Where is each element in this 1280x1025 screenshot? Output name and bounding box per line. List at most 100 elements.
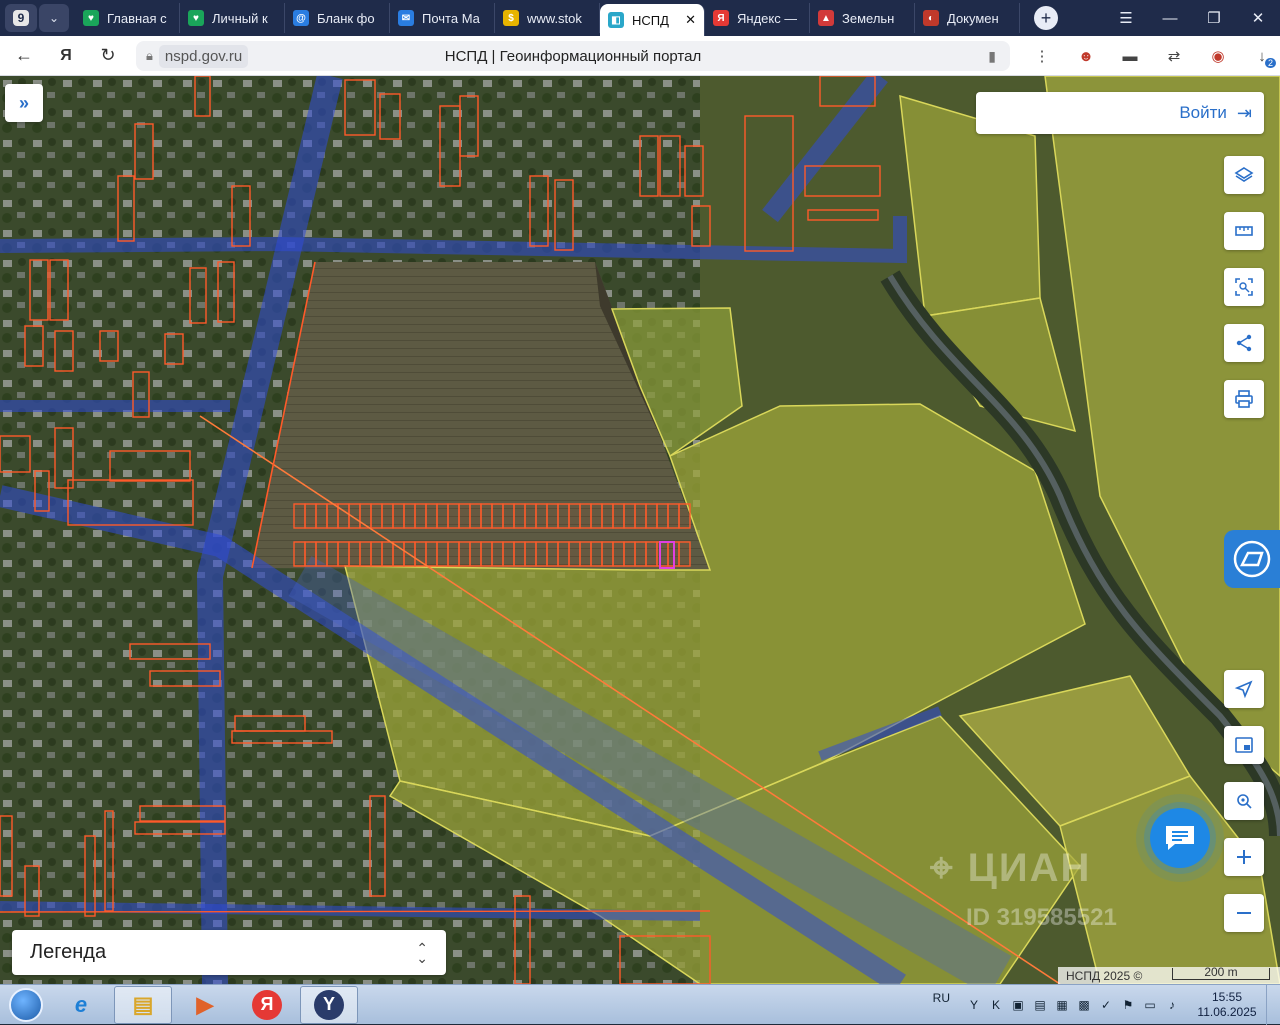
land-plot[interactable] <box>579 503 592 529</box>
land-plot[interactable] <box>469 503 482 529</box>
land-plot[interactable] <box>645 503 658 529</box>
land-plot[interactable] <box>458 541 471 567</box>
start-button[interactable] <box>4 986 48 1024</box>
land-plot[interactable] <box>524 541 537 567</box>
browser-tab[interactable]: $ www.stok <box>495 3 600 33</box>
land-plot[interactable] <box>458 503 471 529</box>
taskbar-yandex-browser[interactable]: Y <box>300 985 358 1024</box>
login-button[interactable]: Войти ⇥ <box>976 92 1264 134</box>
land-plot[interactable] <box>315 541 328 567</box>
zoom-in-button[interactable] <box>1224 838 1264 876</box>
land-plot[interactable] <box>612 503 625 529</box>
new-tab-button[interactable]: + <box>1034 6 1058 30</box>
land-plot[interactable] <box>579 541 592 567</box>
land-plot[interactable] <box>513 541 526 567</box>
land-plot[interactable] <box>337 541 350 567</box>
land-plot[interactable] <box>425 503 438 529</box>
land-plot[interactable] <box>304 503 317 529</box>
show-desktop-button[interactable] <box>1266 985 1280 1025</box>
land-plot[interactable] <box>623 541 636 567</box>
browser-tab[interactable]: ▲ Земельн <box>810 3 915 33</box>
land-plot[interactable] <box>370 541 383 567</box>
land-plot[interactable] <box>425 541 438 567</box>
land-plot[interactable] <box>667 503 680 529</box>
land-plot[interactable] <box>348 541 361 567</box>
share-button[interactable] <box>1224 324 1264 362</box>
print-button[interactable] <box>1224 380 1264 418</box>
tray-app-icon[interactable]: ▦ <box>1054 997 1070 1013</box>
tray-app-icon[interactable]: ▤ <box>1032 997 1048 1013</box>
tab-counter-button[interactable]: 9 <box>5 4 37 32</box>
close-tab-icon[interactable]: ✕ <box>679 12 696 28</box>
downloads-icon[interactable]: ↓ 2 <box>1240 36 1280 76</box>
land-plot[interactable] <box>568 541 581 567</box>
land-plot[interactable] <box>480 541 493 567</box>
restore-icon[interactable]: ❐ <box>1192 0 1236 36</box>
land-plot[interactable] <box>381 503 394 529</box>
zoom-out-button[interactable] <box>1224 894 1264 932</box>
minimap-button[interactable] <box>1224 726 1264 764</box>
clock[interactable]: 15:55 11.06.2025 <box>1192 990 1262 1020</box>
browser-tab[interactable]: ♥ Главная с <box>75 3 180 33</box>
land-plot[interactable] <box>546 541 559 567</box>
land-plot[interactable] <box>447 503 460 529</box>
land-plot[interactable] <box>656 503 669 529</box>
land-plot[interactable] <box>524 503 537 529</box>
land-plot[interactable] <box>447 541 460 567</box>
taskbar-yandex[interactable]: Я <box>238 986 296 1024</box>
map-viewport[interactable]: » Войти ⇥ ⌖ ЦИАН ID 319585521 Легенда ⌃ … <box>0 76 1280 984</box>
land-plot[interactable] <box>557 541 570 567</box>
search-location-button[interactable] <box>1224 782 1264 820</box>
land-plot[interactable] <box>513 503 526 529</box>
tray-app-icon[interactable]: ▩ <box>1076 997 1092 1013</box>
legend-toggle[interactable]: Легенда ⌃ ⌄ <box>12 930 446 975</box>
land-plot[interactable] <box>546 503 559 529</box>
extension-icon[interactable]: ▬ <box>1108 36 1152 76</box>
land-plot[interactable] <box>502 503 515 529</box>
land-plot[interactable] <box>293 541 306 567</box>
land-plot[interactable] <box>535 503 548 529</box>
url-field[interactable]: 🔒︎ nspd.gov.ru НСПД | Геоинформационный … <box>136 41 1010 71</box>
browser-tab[interactable]: @ Бланк фо <box>285 3 390 33</box>
land-plot[interactable] <box>315 503 328 529</box>
land-plot[interactable] <box>678 541 691 567</box>
land-plot[interactable] <box>634 541 647 567</box>
land-plot[interactable] <box>436 541 449 567</box>
bookmark-icon[interactable]: ▮ <box>988 48 996 65</box>
tray-flag-icon[interactable]: ⚑ <box>1120 997 1136 1013</box>
land-plot[interactable] <box>601 503 614 529</box>
tray-shield-icon[interactable]: ✓ <box>1098 997 1114 1013</box>
land-plot[interactable] <box>304 541 317 567</box>
yandex-home-icon[interactable]: Я <box>48 40 84 72</box>
minimize-icon[interactable]: — <box>1148 0 1192 36</box>
land-plot[interactable] <box>403 503 416 529</box>
tray-app-icon[interactable]: K <box>988 997 1004 1013</box>
browser-tab[interactable]: ◧ НСПД ✕ <box>600 4 705 36</box>
land-plot[interactable] <box>623 503 636 529</box>
back-arrow-icon[interactable]: ← <box>6 40 42 72</box>
expand-panel-button[interactable]: » <box>5 84 43 122</box>
land-plot[interactable] <box>634 503 647 529</box>
land-plot[interactable] <box>557 503 570 529</box>
land-plot[interactable] <box>568 503 581 529</box>
land-plot[interactable] <box>535 541 548 567</box>
browser-tab[interactable]: ♥ Личный к <box>180 3 285 33</box>
locate-button[interactable] <box>1224 670 1264 708</box>
select-area-button[interactable] <box>1224 268 1264 306</box>
land-plot[interactable] <box>359 541 372 567</box>
chat-button[interactable] <box>1150 808 1210 868</box>
close-window-icon[interactable]: ✕ <box>1236 0 1280 36</box>
land-plot[interactable] <box>656 541 669 567</box>
browser-tab[interactable]: Я Яндекс — <box>705 3 810 33</box>
tray-yandex-icon[interactable]: Y <box>966 997 982 1013</box>
land-plot[interactable] <box>326 503 339 529</box>
land-plot[interactable] <box>502 541 515 567</box>
language-indicator[interactable]: RU <box>933 991 950 1005</box>
land-plot[interactable] <box>469 541 482 567</box>
taskbar-media-player[interactable]: ▶ <box>176 986 234 1024</box>
land-plot[interactable] <box>590 503 603 529</box>
tray-volume-icon[interactable]: ♪ <box>1164 997 1180 1013</box>
tray-network-icon[interactable]: ▭ <box>1142 997 1158 1013</box>
extension-icon[interactable]: ☻ <box>1064 36 1108 76</box>
land-plot[interactable] <box>392 541 405 567</box>
